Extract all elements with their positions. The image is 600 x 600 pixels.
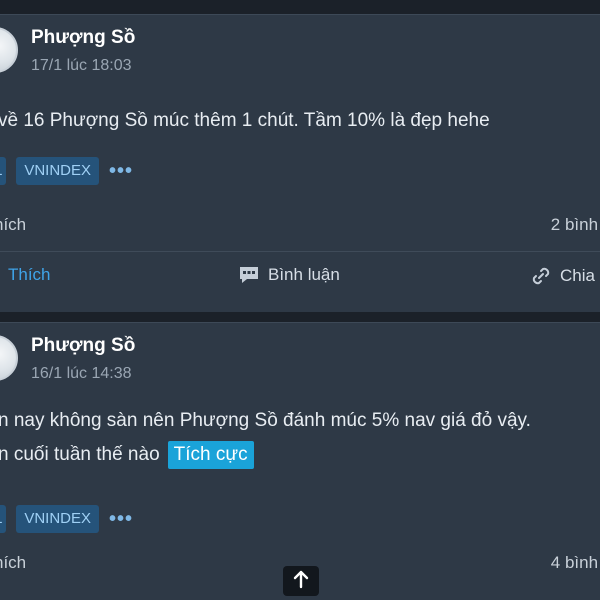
post-actions: Thích Bình luận Chia [0,265,600,297]
post-content: về 16 Phượng Sồ múc thêm 1 chút. Tầm 10%… [0,104,600,138]
avatar[interactable] [0,335,18,381]
post-content-line: về 16 Phượng Sồ múc thêm 1 chút. Tầm 10%… [0,110,490,131]
link-icon [530,265,552,287]
post-timestamp[interactable]: 16/1 lúc 14:38 [31,365,132,383]
scroll-to-top-button[interactable] [283,566,319,596]
post-stats: hích 2 bình lu [0,215,600,239]
share-label: Chia [560,266,595,285]
tag-list: L VNINDEX ••• [0,505,133,533]
likes-count[interactable]: hích [0,215,26,235]
post-timestamp[interactable]: 17/1 lúc 18:03 [31,57,132,75]
more-tags-button[interactable]: ••• [109,508,133,531]
divider [0,251,600,252]
comment-label: Bình luận [268,265,340,284]
post-card: Phượng Sồ 16/1 lúc 14:38 n nay không sàn… [0,322,600,600]
tag-chip[interactable]: L [0,157,7,185]
post-content-line: n cuối tuần thế nào Tích cực [0,438,600,472]
comments-count[interactable]: 4 bình lu [551,553,600,573]
post-author[interactable]: Phượng Sồ [31,335,135,357]
tag-chip-vnindex[interactable]: VNINDEX [16,505,100,533]
post-feed: Phượng Sồ 17/1 lúc 18:03 về 16 Phượng Sồ… [0,0,600,600]
post-content: n nay không sàn nên Phượng Sồ đánh múc 5… [0,404,600,472]
arrow-up-icon [292,569,310,594]
comment-bubble-icon [238,265,260,285]
comments-count[interactable]: 2 bình lu [551,215,600,235]
sentiment-badge[interactable]: Tích cực [167,441,254,469]
post-author[interactable]: Phượng Sồ [31,27,135,49]
post-content-line: n nay không sàn nên Phượng Sồ đánh múc 5… [0,410,531,431]
avatar[interactable] [0,27,18,73]
post-content-line-text: n cuối tuần thế nào [0,444,160,465]
like-label: Thích [8,265,51,284]
tag-list: L VNINDEX ••• [0,157,133,185]
share-button[interactable]: Chia [530,265,595,287]
more-tags-button[interactable]: ••• [109,160,133,183]
like-button[interactable]: Thích [8,265,51,285]
likes-count[interactable]: hích [0,553,26,573]
comment-button[interactable]: Bình luận [238,265,340,285]
tag-chip-vnindex[interactable]: VNINDEX [16,157,100,185]
tag-chip[interactable]: L [0,505,7,533]
post-card: Phượng Sồ 17/1 lúc 18:03 về 16 Phượng Sồ… [0,14,600,312]
